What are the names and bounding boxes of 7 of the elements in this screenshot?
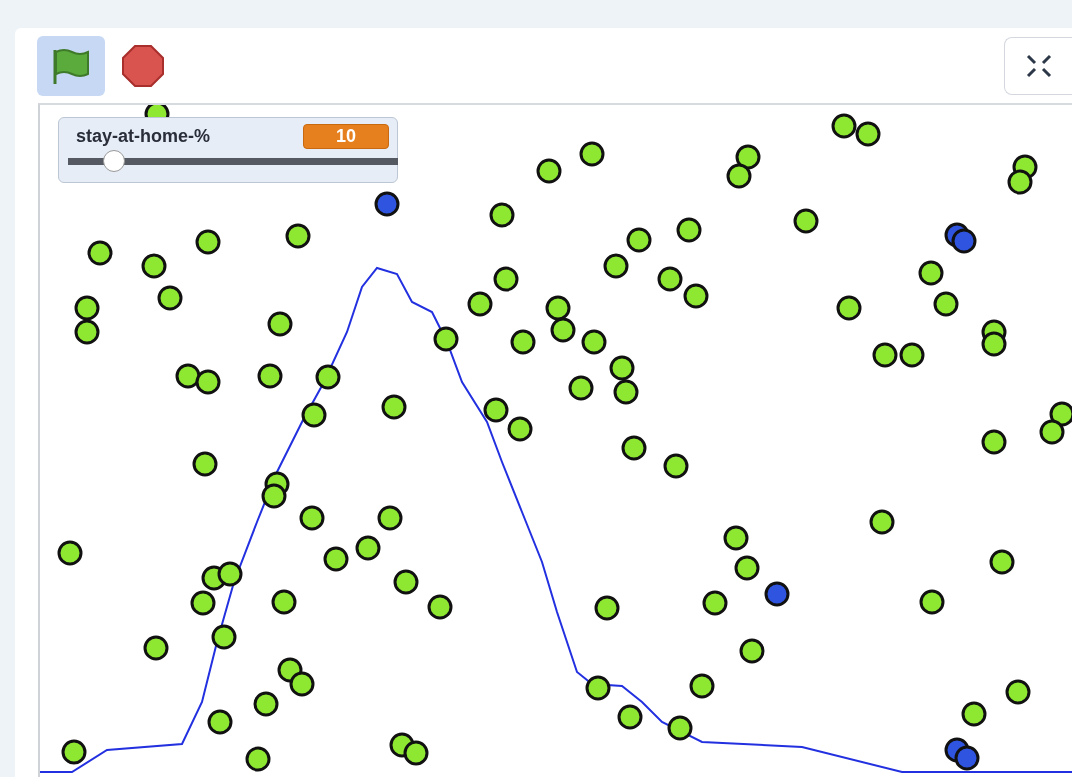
variable-value: 10 bbox=[303, 124, 389, 149]
fullscreen-button[interactable] bbox=[1004, 37, 1072, 95]
flag-button[interactable] bbox=[37, 36, 105, 96]
fullscreen-icon bbox=[1025, 54, 1052, 78]
slider-thumb[interactable] bbox=[103, 150, 126, 172]
stop-sign-icon bbox=[121, 44, 165, 88]
variable-label: stay-at-home-% bbox=[76, 126, 211, 147]
